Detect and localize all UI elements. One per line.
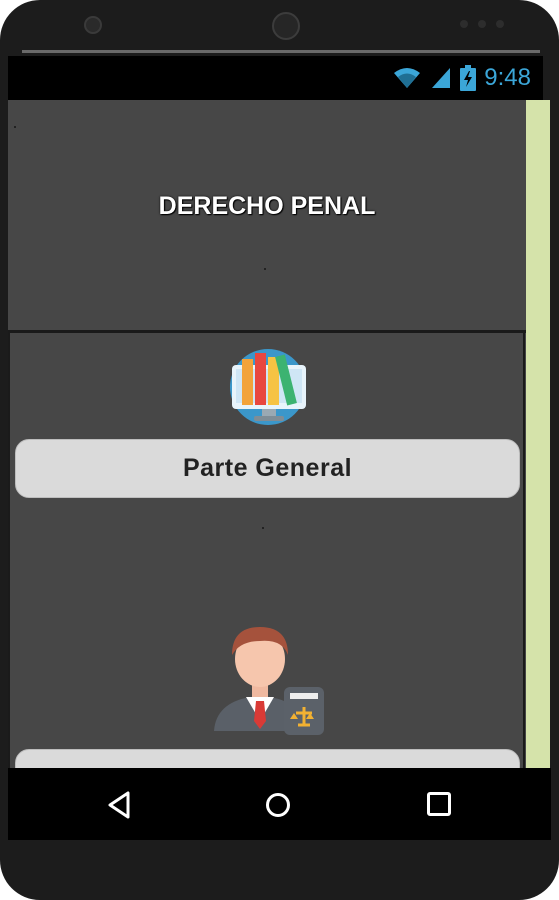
status-bar: 9:48 <box>8 56 543 100</box>
navigation-bar <box>8 768 551 840</box>
header-section: DERECHO PENAL <box>8 100 526 333</box>
top-bezel <box>0 0 559 52</box>
front-camera <box>84 16 102 34</box>
parte-general-button[interactable]: Parte General <box>15 439 520 498</box>
second-section-button[interactable] <box>15 749 520 768</box>
battery-charging-icon <box>460 65 477 91</box>
artifact-dot <box>264 268 266 270</box>
phone-frame: 9:48 DERECHO PENAL Parte General <box>0 0 559 900</box>
app-screen: DERECHO PENAL Parte General <box>8 100 526 768</box>
status-icons: 9:48 <box>392 62 531 94</box>
artifact-dot <box>14 126 16 128</box>
recents-icon[interactable] <box>427 792 451 816</box>
wifi-icon <box>394 68 421 88</box>
bezel-divider <box>22 50 540 53</box>
scrollbar[interactable] <box>526 100 550 768</box>
books-monitor-icon <box>230 349 306 425</box>
lawyer-icon <box>214 627 324 735</box>
bottom-bezel <box>0 840 559 900</box>
home-icon[interactable] <box>266 793 290 817</box>
signal-icon <box>432 68 451 88</box>
proximity-sensor <box>460 20 468 28</box>
parte-general-label: Parte General <box>182 454 353 482</box>
content-panel: Parte General <box>8 333 525 768</box>
light-sensor <box>478 20 486 28</box>
status-time: 9:48 <box>484 64 531 91</box>
earpiece-speaker <box>272 12 300 40</box>
sensor-dot <box>496 20 504 28</box>
back-icon[interactable] <box>106 790 132 820</box>
artifact-dot <box>262 527 264 529</box>
page-title: DERECHO PENAL <box>158 192 376 220</box>
